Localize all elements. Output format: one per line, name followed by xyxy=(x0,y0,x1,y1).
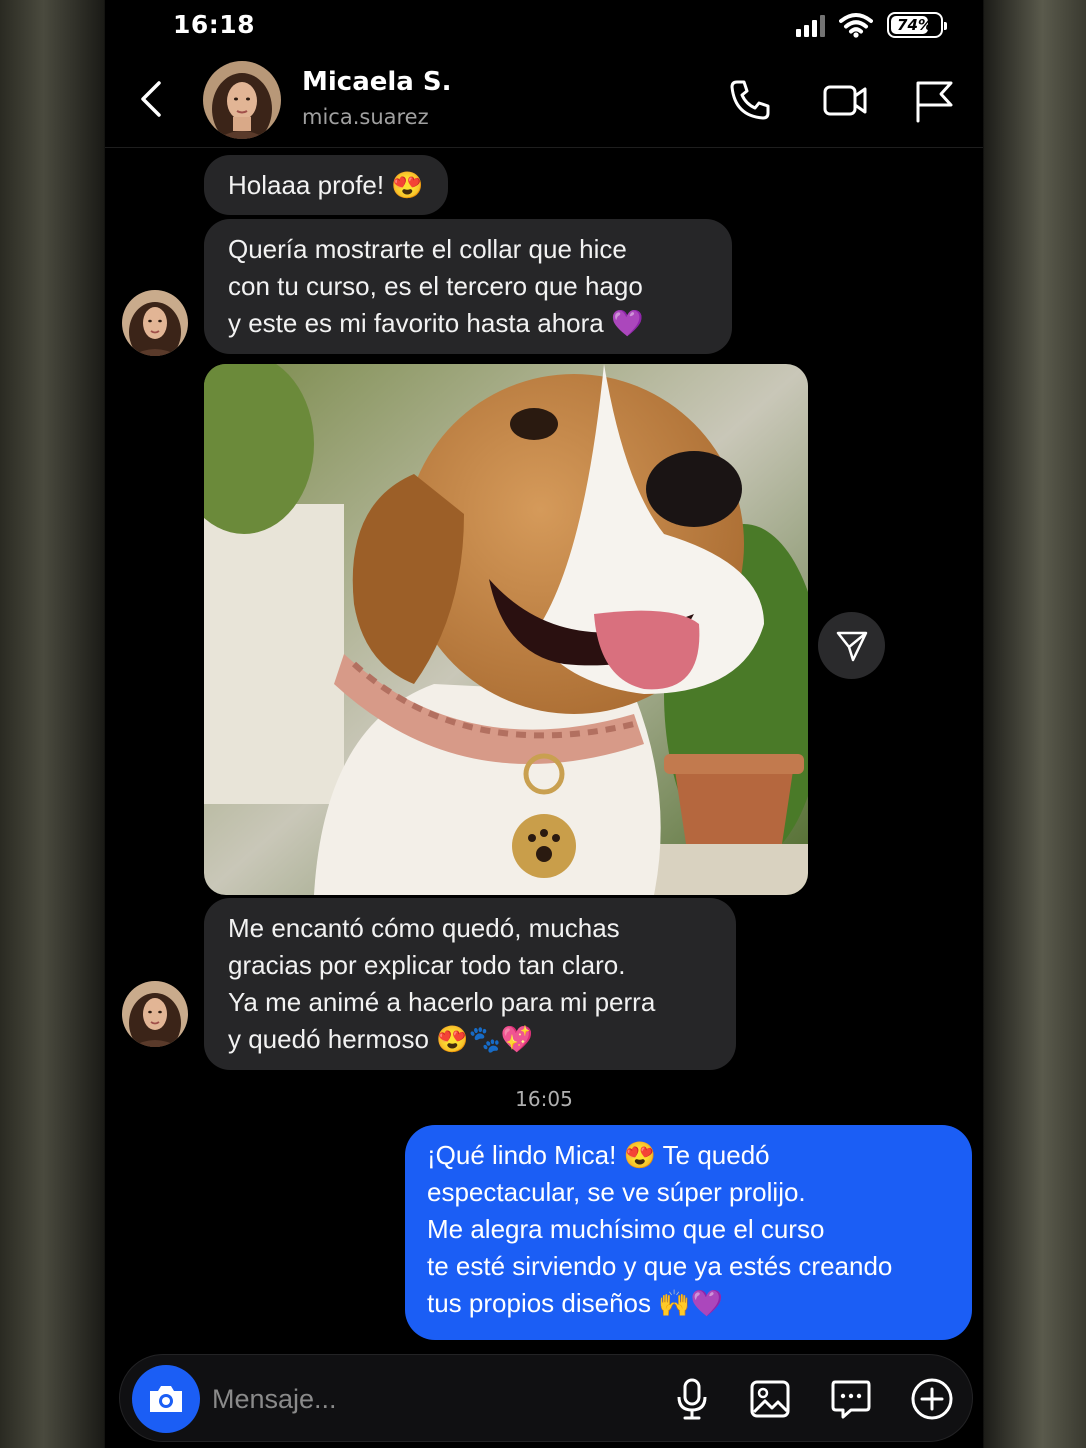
send-icon xyxy=(836,631,867,661)
message-incoming[interactable]: Holaaa profe! 😍 xyxy=(204,155,448,215)
status-icons: 74% xyxy=(796,12,947,38)
gallery-icon[interactable] xyxy=(748,1377,792,1421)
message-text: tus propios diseños 🙌💜 xyxy=(427,1288,723,1318)
message-text: te esté sirviendo y que ya estés creando xyxy=(427,1251,893,1281)
contact-username: mica.suarez xyxy=(302,105,429,129)
phone-icon[interactable] xyxy=(727,77,773,123)
dog-photo[interactable] xyxy=(204,364,808,895)
message-timestamp: 16:05 xyxy=(515,1087,573,1111)
avatar[interactable] xyxy=(122,981,188,1047)
plus-icon[interactable] xyxy=(910,1377,954,1421)
message-text: espectacular, se ve súper prolijo. xyxy=(427,1177,806,1207)
message-incoming[interactable]: Quería mostrarte el collar que hice con … xyxy=(204,219,732,354)
message-text: con tu curso, es el tercero que hago xyxy=(228,271,643,301)
chat-screen: 16:18 74% Micaela S. mica.suarez Holaaa … xyxy=(105,0,983,1448)
message-composer xyxy=(119,1354,973,1442)
message-text: Quería mostrarte el collar que hice xyxy=(228,234,627,264)
message-text: y quedó hermoso 😍🐾💖 xyxy=(228,1024,534,1054)
message-text: Ya me animé a hacerlo para mi perra xyxy=(228,987,656,1017)
camera-button[interactable] xyxy=(132,1365,200,1433)
message-text: Me alegra muchísimo que el curso xyxy=(427,1214,825,1244)
message-text: ¡Qué lindo Mica! 😍 Te quedó xyxy=(427,1140,770,1170)
message-outgoing[interactable]: ¡Qué lindo Mica! 😍 Te quedó espectacular… xyxy=(405,1125,972,1340)
avatar[interactable] xyxy=(122,290,188,356)
message-text: Me encantó cómo quedó, muchas xyxy=(228,913,620,943)
battery-level: 74% xyxy=(897,16,933,34)
camera-icon xyxy=(150,1386,182,1412)
message-text: gracias por explicar todo tan claro. xyxy=(228,950,626,980)
avatar[interactable] xyxy=(203,61,281,139)
wifi-icon xyxy=(839,13,873,38)
message-text: y este es mi favorito hasta ahora 💜 xyxy=(228,308,644,338)
video-icon[interactable] xyxy=(822,77,868,123)
contact-name[interactable]: Micaela S. xyxy=(302,67,452,97)
battery-icon: 74% xyxy=(887,12,947,38)
share-button[interactable] xyxy=(818,612,885,679)
chat-header: Micaela S. mica.suarez xyxy=(105,55,983,148)
signal-icon xyxy=(796,13,825,37)
sticker-icon[interactable] xyxy=(829,1377,873,1421)
status-time: 16:18 xyxy=(173,10,256,39)
dog-image xyxy=(204,364,808,895)
flag-icon[interactable] xyxy=(911,77,957,123)
microphone-icon[interactable] xyxy=(670,1377,714,1421)
message-incoming[interactable]: Me encantó cómo quedó, muchas gracias po… xyxy=(204,898,736,1070)
message-input[interactable] xyxy=(212,1377,632,1421)
message-text: Holaaa profe! 😍 xyxy=(228,170,424,200)
back-icon[interactable] xyxy=(135,79,169,119)
